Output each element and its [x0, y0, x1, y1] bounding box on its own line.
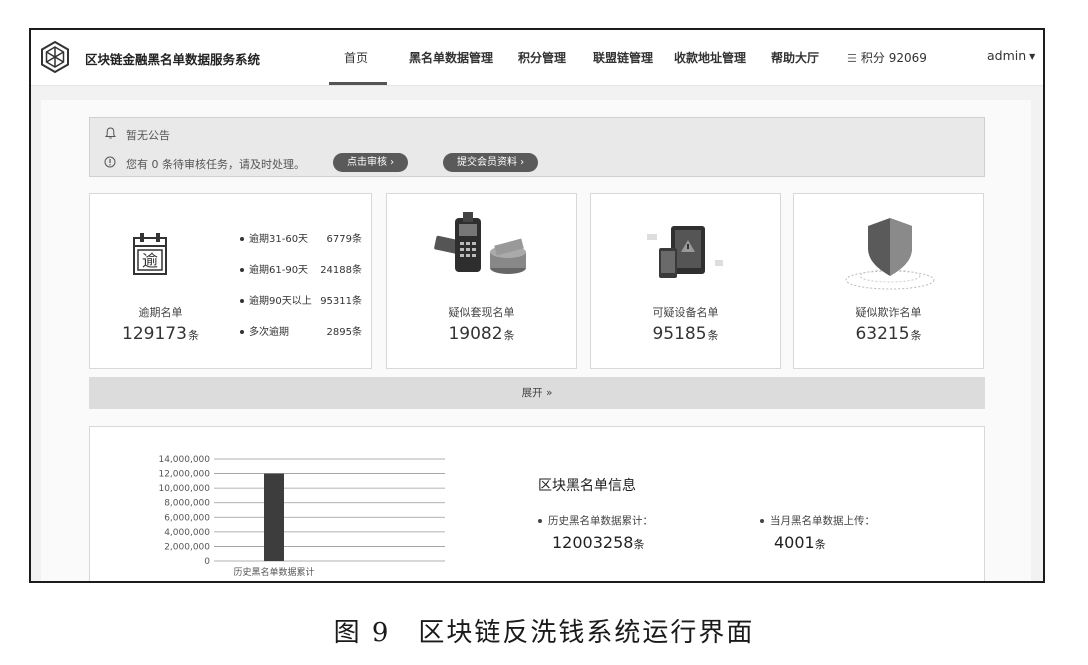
chart-bar[interactable] — [264, 473, 284, 561]
history-label: 历史黑名单数据累计： — [538, 513, 653, 528]
card-cashout-value: 19082条 — [387, 324, 576, 344]
y-tick-label: 0 — [204, 557, 210, 567]
username: admin — [987, 48, 1027, 63]
y-tick-label: 6,000,000 — [164, 513, 210, 523]
card-cashout[interactable]: 疑似套现名单 19082条 — [386, 193, 577, 369]
notice-panel: 暂无公告 您有 0 条待审核任务，请及时处理。 点击审核 › 提交会员资料 › — [89, 117, 985, 177]
history-number: 12003258 — [552, 533, 634, 552]
card-fraud[interactable]: 疑似欺诈名单 63215条 — [793, 193, 984, 369]
nav-points[interactable]: 积分管理 — [518, 49, 566, 66]
card-device-number: 95185 — [652, 324, 707, 344]
nav-payment-address[interactable]: 收款地址管理 — [674, 49, 746, 66]
card-cashout-unit: 条 — [503, 329, 515, 342]
history-unit: 条 — [633, 538, 645, 551]
history-value: 12003258条 — [552, 533, 644, 552]
card-cashout-number: 19082 — [448, 324, 503, 344]
month-label-text: 当月黑名单数据上传： — [770, 515, 875, 527]
svg-text:逾: 逾 — [142, 251, 158, 270]
y-tick-label: 8,000,000 — [164, 499, 210, 509]
month-unit: 条 — [814, 538, 826, 551]
detail-value: 2895条 — [326, 327, 362, 338]
overdue-detail-row: 逾期31-60天 6779条 — [240, 230, 362, 261]
info-title: 区块黑名单信息 — [538, 478, 636, 494]
user-menu[interactable]: admin ▼ — [987, 48, 1035, 63]
bell-icon — [104, 127, 116, 142]
coins-icon: ☰ — [847, 52, 857, 65]
y-tick-label: 12,000,000 — [158, 470, 210, 480]
card-suspicious-device[interactable]: 可疑设备名单 95185条 — [590, 193, 781, 369]
month-number: 4001 — [774, 533, 815, 552]
card-fraud-label: 疑似欺诈名单 — [855, 306, 922, 319]
history-label-text: 历史黑名单数据累计： — [548, 515, 653, 527]
submit-member-info-button[interactable]: 提交会员资料 › — [443, 153, 539, 172]
pending-task-text: 您有 0 条待审核任务，请及时处理。 — [126, 158, 305, 171]
card-suspicious-device-label: 可疑设备名单 — [652, 306, 719, 319]
overdue-detail-row: 多次逾期 2895条 — [240, 323, 362, 354]
detail-name: 逾期61-90天 — [249, 265, 309, 276]
top-navbar: 区块链金融黑名单数据服务系统 首页 黑名单数据管理 积分管理 联盟链管理 收款地… — [31, 30, 1043, 86]
device-warning-icon — [647, 226, 723, 278]
x-category-label: 历史黑名单数据累计 — [233, 566, 314, 578]
blacklist-bar-chart: 14,000,000 12,000,000 10,000,000 8,000,000 6… — [158, 455, 445, 578]
card-device-unit: 条 — [707, 329, 719, 342]
y-tick-label: 2,000,000 — [164, 542, 210, 552]
card-suspicious-device-value: 95185条 — [591, 324, 780, 344]
figure-caption: 图 9 区块链反洗钱系统运行界面 — [333, 618, 755, 648]
card-overdue-number: 129173 — [122, 324, 187, 344]
card-cashout-label: 疑似套现名单 — [448, 306, 515, 319]
y-tick-label: 4,000,000 — [164, 528, 210, 538]
points-label: 积分 92069 — [860, 51, 927, 65]
nav-help[interactable]: 帮助大厅 — [771, 49, 819, 66]
blockchain-info-panel: 14,000,000 12,000,000 10,000,000 8,000,000 6… — [89, 426, 985, 581]
month-value: 4001条 — [774, 533, 826, 552]
calendar-overdue-icon: 逾 — [133, 233, 167, 275]
detail-name: 多次逾期 — [249, 327, 289, 338]
active-nav-indicator — [329, 82, 387, 85]
expand-button[interactable]: 展开 » — [89, 377, 985, 409]
nav-consortium-chain[interactable]: 联盟链管理 — [593, 49, 653, 66]
card-fraud-unit: 条 — [910, 329, 922, 342]
card-fraud-number: 63215 — [855, 324, 910, 344]
detail-name: 逾期90天以上 — [249, 296, 312, 307]
y-tick-label: 14,000,000 — [158, 455, 210, 465]
app-window: 区块链金融黑名单数据服务系统 首页 黑名单数据管理 积分管理 联盟链管理 收款地… — [29, 28, 1045, 583]
detail-value: 6779条 — [326, 234, 362, 245]
detail-value: 95311条 — [320, 296, 362, 307]
overdue-detail-row: 逾期61-90天 24188条 — [240, 261, 362, 292]
alert-circle-icon — [104, 156, 116, 171]
nav-blacklist-data[interactable]: 黑名单数据管理 — [409, 49, 493, 66]
caret-down-icon: ▼ — [1029, 52, 1036, 61]
card-overdue-unit: 条 — [187, 329, 199, 342]
hexagon-logo-icon — [41, 40, 69, 74]
detail-value: 24188条 — [320, 265, 362, 276]
announcement-text: 暂无公告 — [126, 129, 170, 142]
app-title: 区块链金融黑名单数据服务系统 — [85, 52, 261, 67]
detail-name: 逾期31-60天 — [249, 234, 309, 245]
overdue-detail-list: 逾期31-60天 6779条 逾期61-90天 24188条 逾期90天以上 9531… — [240, 230, 362, 354]
announcement-row: 暂无公告 — [104, 127, 170, 143]
pending-task-row: 您有 0 条待审核任务，请及时处理。 — [104, 156, 305, 172]
y-tick-label: 10,000,000 — [158, 484, 210, 494]
overdue-detail-row: 逾期90天以上 95311条 — [240, 292, 362, 323]
shield-icon — [845, 218, 935, 290]
points-display: ☰ 积分 92069 — [847, 49, 927, 66]
pos-cash-icon — [434, 212, 526, 274]
card-overdue[interactable]: 逾 逾期名单 129173条 逾期31-60天 6779条 逾期61-90天 241… — [89, 193, 372, 369]
card-fraud-value: 63215条 — [794, 324, 983, 344]
month-label: 当月黑名单数据上传： — [760, 513, 875, 528]
review-button[interactable]: 点击审核 › — [333, 153, 409, 172]
nav-home[interactable]: 首页 — [344, 49, 368, 66]
